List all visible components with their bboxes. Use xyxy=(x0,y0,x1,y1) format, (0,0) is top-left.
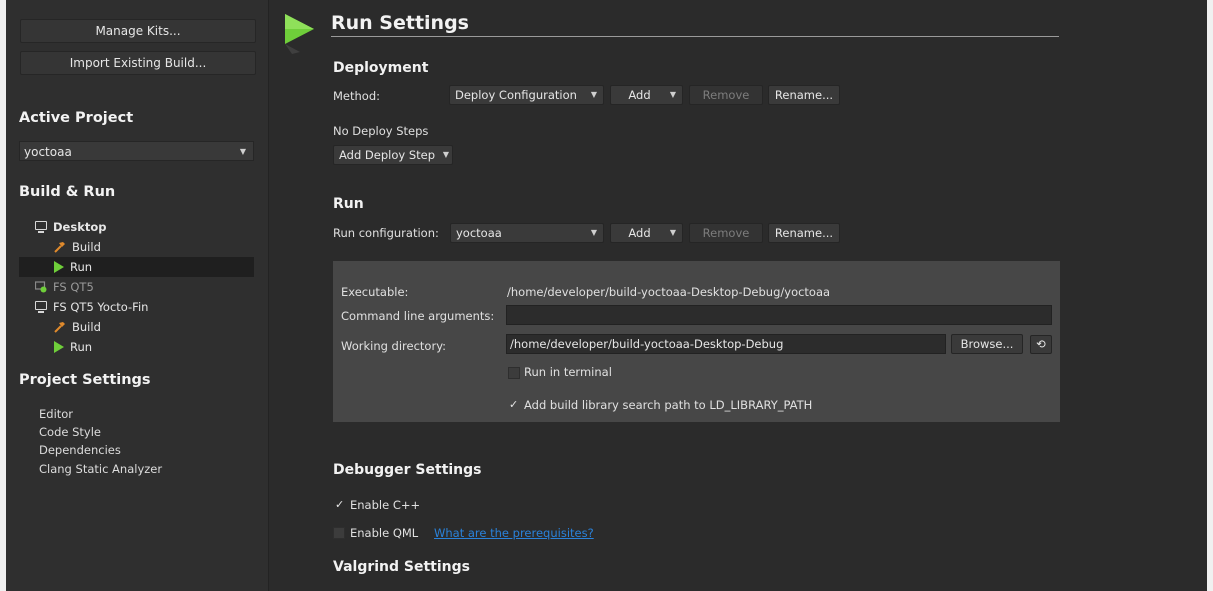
play-triangle-icon xyxy=(285,14,314,54)
deploy-method-value: Deploy Configuration xyxy=(455,88,577,102)
chevron-down-icon: ▼ xyxy=(590,90,597,99)
command-line-args-input[interactable] xyxy=(506,305,1052,325)
project-settings-editor[interactable]: Editor xyxy=(39,407,73,421)
valgrind-settings-heading: Valgrind Settings xyxy=(333,559,470,575)
run-configuration-label: Run configuration: xyxy=(333,226,439,240)
monitor-icon xyxy=(35,221,47,233)
add-deploy-step-label: Add Deploy Step xyxy=(339,148,436,162)
project-settings-code-style[interactable]: Code Style xyxy=(39,425,101,439)
add-lib-path-label: Add build library search path to LD_LIBR… xyxy=(524,398,813,412)
tree-item-label: Build xyxy=(72,320,101,334)
run-in-terminal-label: Run in terminal xyxy=(524,365,612,379)
enable-cpp-label: Enable C++ xyxy=(350,498,421,512)
active-project-select[interactable]: yoctoaa ▼ xyxy=(19,141,254,161)
play-icon xyxy=(54,260,64,273)
tree-item-label: FS QT5 Yocto-Fin xyxy=(53,300,149,314)
window-frame-right xyxy=(1207,0,1213,591)
hammer-icon xyxy=(54,321,65,333)
prerequisites-link[interactable]: What are the prerequisites? xyxy=(434,526,594,540)
deploy-add-label: Add xyxy=(628,88,651,102)
project-settings-heading: Project Settings xyxy=(19,372,151,388)
run-configuration-details: Executable: /home/developer/build-yoctoa… xyxy=(333,261,1060,422)
tree-item-desktop-build[interactable]: Build xyxy=(54,237,101,257)
chevron-down-icon: ▼ xyxy=(239,147,246,156)
command-line-args-label: Command line arguments: xyxy=(341,309,495,323)
reset-icon: ⟲ xyxy=(1036,337,1046,351)
tree-item-yocto-build[interactable]: Build xyxy=(54,317,101,337)
run-remove-button[interactable]: Remove xyxy=(689,223,763,243)
import-existing-build-button[interactable]: Import Existing Build... xyxy=(20,51,256,75)
deploy-rename-button[interactable]: Rename... xyxy=(768,85,840,105)
chevron-down-icon: ▼ xyxy=(669,228,676,237)
run-configuration-value: yoctoaa xyxy=(456,226,502,240)
enable-qml-label: Enable QML xyxy=(350,526,419,540)
enable-cpp-checkbox[interactable]: ✓ xyxy=(335,498,344,511)
working-directory-input[interactable]: /home/developer/build-yoctoaa-Desktop-De… xyxy=(506,334,946,354)
tree-item-yocto-run[interactable]: Run xyxy=(54,337,92,357)
chevron-down-icon: ▼ xyxy=(442,150,449,159)
tree-item-desktop-run[interactable]: Run xyxy=(54,257,92,277)
play-icon xyxy=(54,340,64,353)
tree-item-label: Build xyxy=(72,240,101,254)
working-directory-label: Working directory: xyxy=(341,339,447,353)
project-sidebar: Manage Kits... Import Existing Build... … xyxy=(6,0,269,591)
active-project-value: yoctoaa xyxy=(24,145,72,159)
device-error-icon xyxy=(35,280,47,292)
title-divider xyxy=(331,36,1059,37)
tree-item-label: Run xyxy=(70,340,93,354)
debugger-settings-heading: Debugger Settings xyxy=(333,462,482,478)
run-settings-panel: Run Settings Deployment Method: Deploy C… xyxy=(269,0,1207,591)
run-add-label: Add xyxy=(628,226,651,240)
tree-item-label: FS QT5 xyxy=(53,280,94,294)
active-project-heading: Active Project xyxy=(19,110,134,126)
method-label: Method: xyxy=(333,89,381,103)
tree-item-fs-qt5[interactable]: FS QT5 xyxy=(35,277,94,297)
run-heading: Run xyxy=(333,196,364,212)
executable-value: /home/developer/build-yoctoaa-Desktop-De… xyxy=(507,285,831,299)
deploy-add-button[interactable]: Add ▼ xyxy=(610,85,683,105)
reset-button[interactable]: ⟲ xyxy=(1030,335,1052,354)
project-settings-clang-analyzer[interactable]: Clang Static Analyzer xyxy=(39,462,162,476)
hammer-icon xyxy=(54,241,65,253)
run-in-terminal-checkbox[interactable] xyxy=(508,367,520,379)
chevron-down-icon: ▼ xyxy=(590,228,597,237)
no-deploy-steps-label: No Deploy Steps xyxy=(333,124,429,138)
tree-item-label: Desktop xyxy=(53,220,107,234)
chevron-down-icon: ▼ xyxy=(669,90,676,99)
tree-item-label: Run xyxy=(70,260,93,274)
run-add-button[interactable]: Add ▼ xyxy=(610,223,683,243)
browse-button[interactable]: Browse... xyxy=(951,334,1023,354)
project-settings-dependencies[interactable]: Dependencies xyxy=(39,443,121,457)
manage-kits-button[interactable]: Manage Kits... xyxy=(20,19,256,43)
tree-item-fs-qt5-yocto[interactable]: FS QT5 Yocto-Fin xyxy=(35,297,148,317)
add-deploy-step-button[interactable]: Add Deploy Step ▼ xyxy=(333,145,453,165)
executable-label: Executable: xyxy=(341,285,409,299)
enable-qml-checkbox[interactable] xyxy=(333,527,345,539)
deploy-remove-button[interactable]: Remove xyxy=(689,85,763,105)
run-rename-button[interactable]: Rename... xyxy=(768,223,840,243)
monitor-icon xyxy=(35,301,47,313)
page-title: Run Settings xyxy=(331,12,469,34)
deploy-method-select[interactable]: Deploy Configuration ▼ xyxy=(449,85,604,105)
run-configuration-select[interactable]: yoctoaa ▼ xyxy=(450,223,604,243)
build-run-heading: Build & Run xyxy=(19,184,116,200)
tree-item-desktop[interactable]: Desktop xyxy=(35,217,106,237)
deployment-heading: Deployment xyxy=(333,60,429,76)
add-lib-path-checkbox[interactable]: ✓ xyxy=(509,398,518,411)
